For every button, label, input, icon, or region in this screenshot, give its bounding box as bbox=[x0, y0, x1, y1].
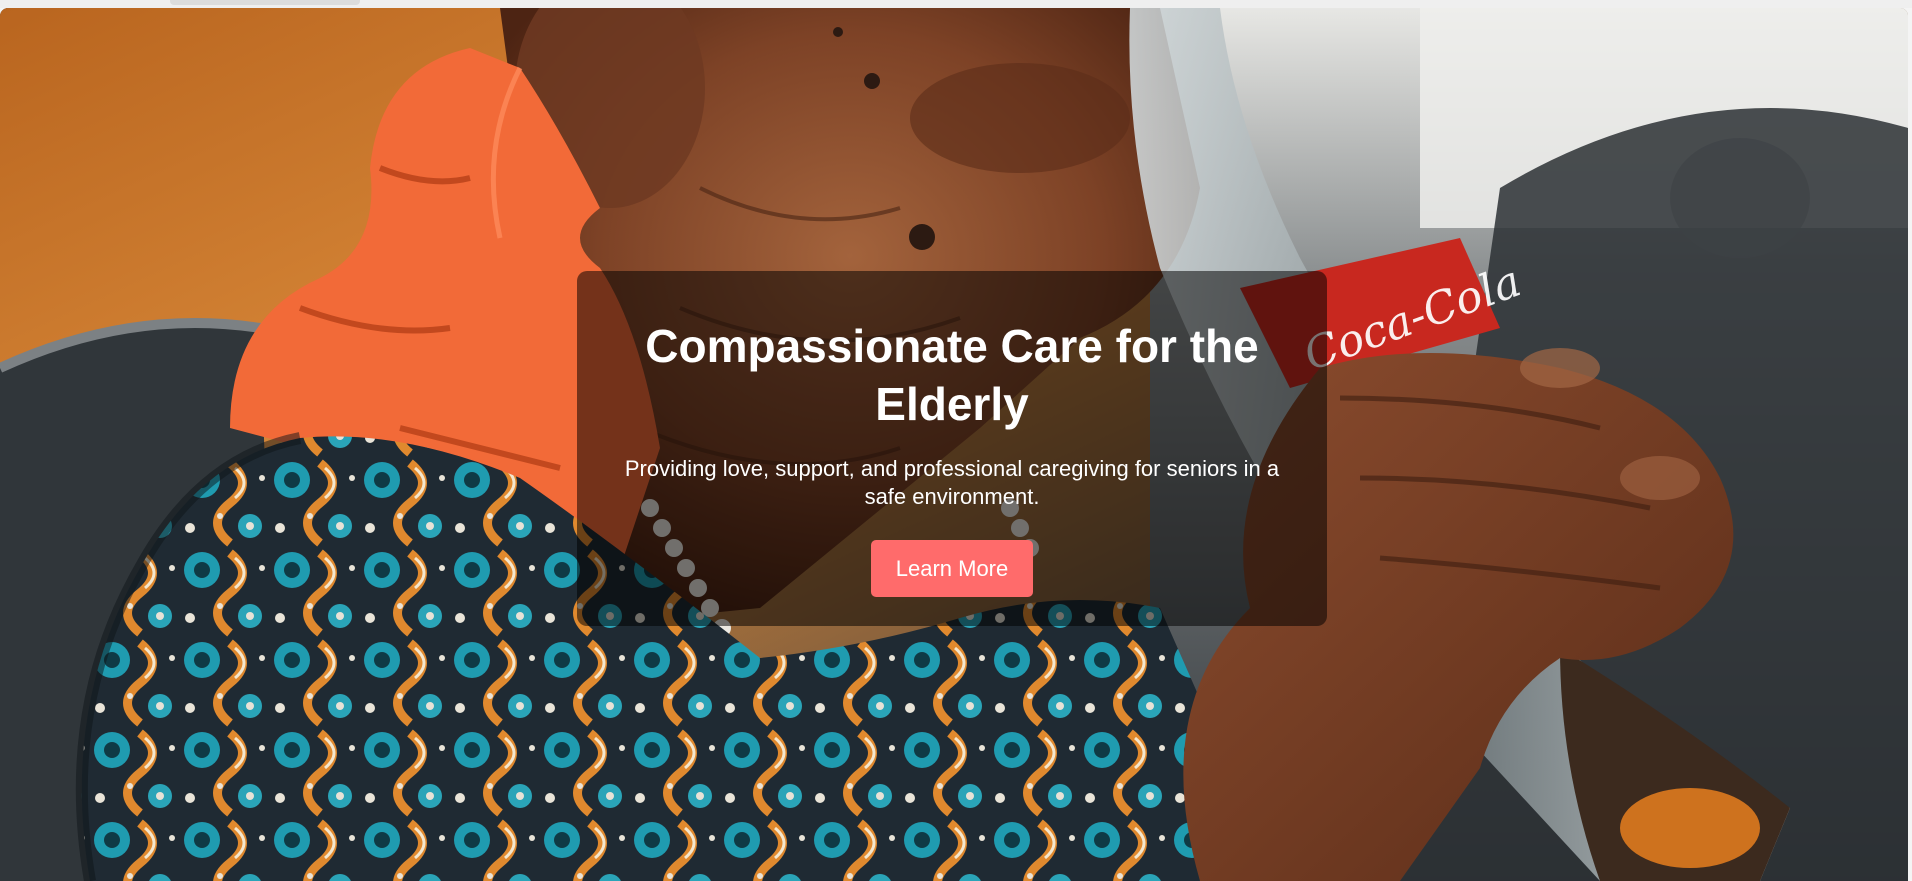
top-edge bbox=[0, 0, 1912, 8]
hero-overlay-card: Compassionate Care for the Elderly Provi… bbox=[577, 271, 1327, 626]
learn-more-button[interactable]: Learn More bbox=[870, 540, 1034, 597]
top-edge-tab bbox=[170, 0, 360, 5]
hero-title: Compassionate Care for the Elderly bbox=[645, 320, 1259, 430]
hero-section: Coca-Cola Compassionate Care for the Eld… bbox=[0, 8, 1908, 881]
hero-subtitle: Providing love, support, and professiona… bbox=[624, 456, 1280, 509]
page: Coca-Cola Compassionate Care for the Eld… bbox=[0, 0, 1912, 881]
